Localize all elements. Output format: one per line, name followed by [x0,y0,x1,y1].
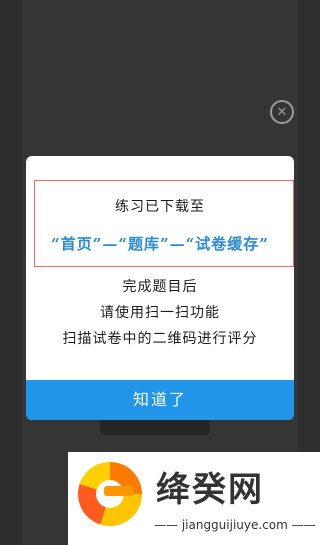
background-left-strip [0,0,22,545]
watermark-title: 绛癸网 [156,470,264,510]
watermark-url: —— jiangguijiuye.com —— [154,518,316,532]
download-dialog: 练习已下载至 “首页”—“题库”—“试卷缓存” 完成题目后 请使用扫一扫功能 扫… [26,156,294,420]
dialog-line-1: 练习已下载至 [115,199,205,215]
watermark: 绛癸网 —— jiangguijiuye.com —— [68,452,320,545]
watermark-logo-bar [104,486,134,496]
dialog-path-line: “首页”—“题库”—“试卷缓存” [51,235,269,253]
dialog-line-5: 扫描试卷中的二维码进行评分 [62,331,258,347]
dialog-line-3: 完成题目后 [122,279,198,295]
ok-button[interactable]: 知道了 [26,380,294,420]
dialog-line-4: 请使用扫一扫功能 [100,305,220,321]
close-icon[interactable]: ✕ [270,100,294,124]
